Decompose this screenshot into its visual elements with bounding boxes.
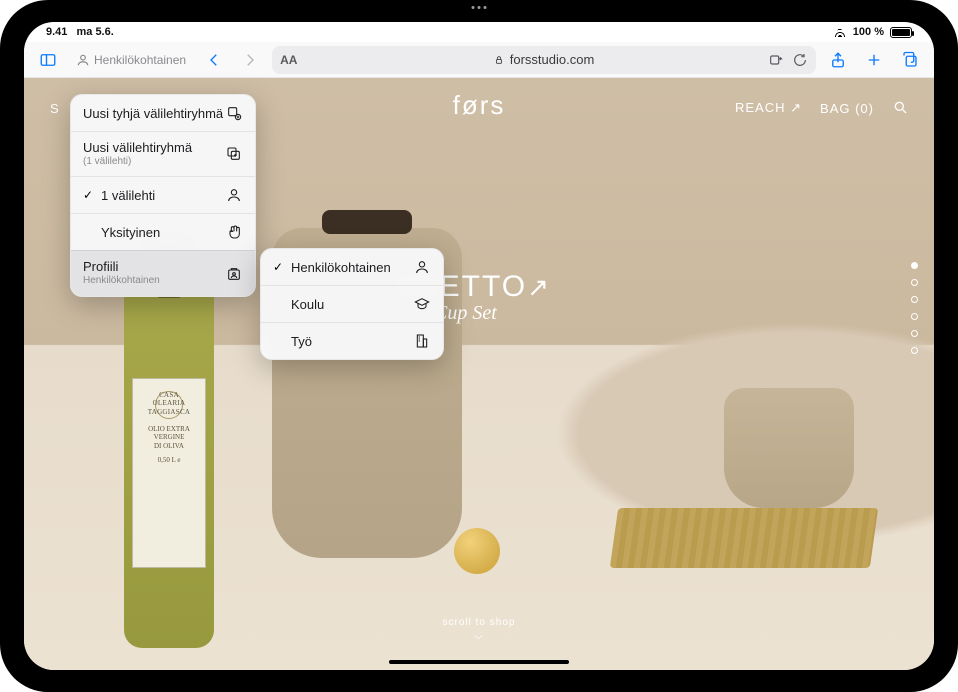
tabs-button[interactable] xyxy=(896,46,924,74)
tab-groups-menu: Uusi tyhjä välilehtiryhmä Uusi välilehti… xyxy=(70,94,256,297)
site-nav-left[interactable]: S xyxy=(50,101,60,116)
page-dot-2[interactable] xyxy=(911,279,918,286)
chevron-down-icon xyxy=(472,632,486,642)
status-date: ma 5.6. xyxy=(76,26,113,38)
share-button[interactable] xyxy=(824,46,852,74)
scroll-hint: scroll to shop xyxy=(443,617,516,642)
menu-one-tab[interactable]: ✓1 välilehti xyxy=(71,176,255,213)
screen: CASA OLEARIA TAGGIASCA OLIO EXTRA VERGIN… xyxy=(24,22,934,670)
status-right: 100 % xyxy=(833,26,912,38)
hero-fruit xyxy=(454,528,500,574)
page-settings-button[interactable]: AA xyxy=(280,53,297,67)
profile-option-work[interactable]: Työ xyxy=(261,322,443,359)
menu-new-group-from-tabs[interactable]: Uusi välilehtiryhmä(1 välilehti) xyxy=(71,131,255,176)
back-button[interactable] xyxy=(200,46,228,74)
sidebar-button[interactable] xyxy=(34,46,62,74)
profile-indicator-label: Henkilökohtainen xyxy=(94,53,186,67)
wifi-icon xyxy=(833,27,847,37)
page-dot-4[interactable] xyxy=(911,313,918,320)
safari-toolbar: Henkilökohtainen AA forsstudio.com xyxy=(24,42,934,78)
menu-profile[interactable]: ProfiiliHenkilökohtainen xyxy=(71,250,255,295)
hand-icon xyxy=(225,223,243,241)
lock-icon xyxy=(494,55,504,65)
site-nav-bag[interactable]: BAG (0) xyxy=(820,101,874,116)
extensions-icon[interactable] xyxy=(768,52,784,68)
profile-option-personal[interactable]: ✓Henkilökohtainen xyxy=(261,249,443,285)
profile-option-school[interactable]: Koulu xyxy=(261,285,443,322)
battery-percent: 100 % xyxy=(853,26,884,38)
battery-icon xyxy=(890,27,912,38)
home-indicator[interactable] xyxy=(389,660,569,664)
site-nav-reach[interactable]: REACH ↗ xyxy=(735,100,802,116)
ipad-frame: CASA OLEARIA TAGGIASCA OLIO EXTRA VERGIN… xyxy=(0,0,958,692)
check-icon: ✓ xyxy=(273,260,285,274)
hero-bottle-label: CASA OLEARIA TAGGIASCA OLIO EXTRA VERGIN… xyxy=(132,378,206,568)
status-bar: 9.41 ma 5.6. 100 % xyxy=(24,22,934,42)
profile-indicator[interactable]: Henkilökohtainen xyxy=(70,51,192,69)
arrow-ne-icon: ↗ xyxy=(527,272,551,302)
forward-button xyxy=(236,46,264,74)
url-host: forsstudio.com xyxy=(510,52,595,67)
page-indicator[interactable] xyxy=(911,262,918,354)
hero-cup xyxy=(724,388,854,508)
menu-private[interactable]: Yksityinen xyxy=(71,213,255,250)
graduation-cap-icon xyxy=(413,295,431,313)
person-icon xyxy=(413,258,431,276)
reload-icon[interactable] xyxy=(792,52,808,68)
page-dot-5[interactable] xyxy=(911,330,918,337)
multitask-grabber[interactable] xyxy=(472,6,487,9)
profile-submenu-icon xyxy=(225,265,243,283)
page-dot-3[interactable] xyxy=(911,296,918,303)
new-tab-group-from-icon xyxy=(225,145,243,163)
status-left: 9.41 ma 5.6. xyxy=(46,26,114,38)
new-tab-group-icon xyxy=(225,104,243,122)
page-dot-1[interactable] xyxy=(911,262,918,269)
new-tab-button[interactable] xyxy=(860,46,888,74)
menu-new-empty-group[interactable]: Uusi tyhjä välilehtiryhmä xyxy=(71,95,255,131)
search-icon[interactable] xyxy=(892,99,908,118)
check-icon: ✓ xyxy=(83,188,95,202)
person-icon xyxy=(225,186,243,204)
page-dot-6[interactable] xyxy=(911,347,918,354)
status-time: 9.41 xyxy=(46,26,67,38)
profile-submenu: ✓Henkilökohtainen Koulu Työ xyxy=(260,248,444,360)
hero-napkin xyxy=(610,508,878,568)
building-icon xyxy=(413,332,431,350)
site-brand[interactable]: førs xyxy=(453,90,506,121)
address-bar[interactable]: AA forsstudio.com xyxy=(272,46,816,74)
